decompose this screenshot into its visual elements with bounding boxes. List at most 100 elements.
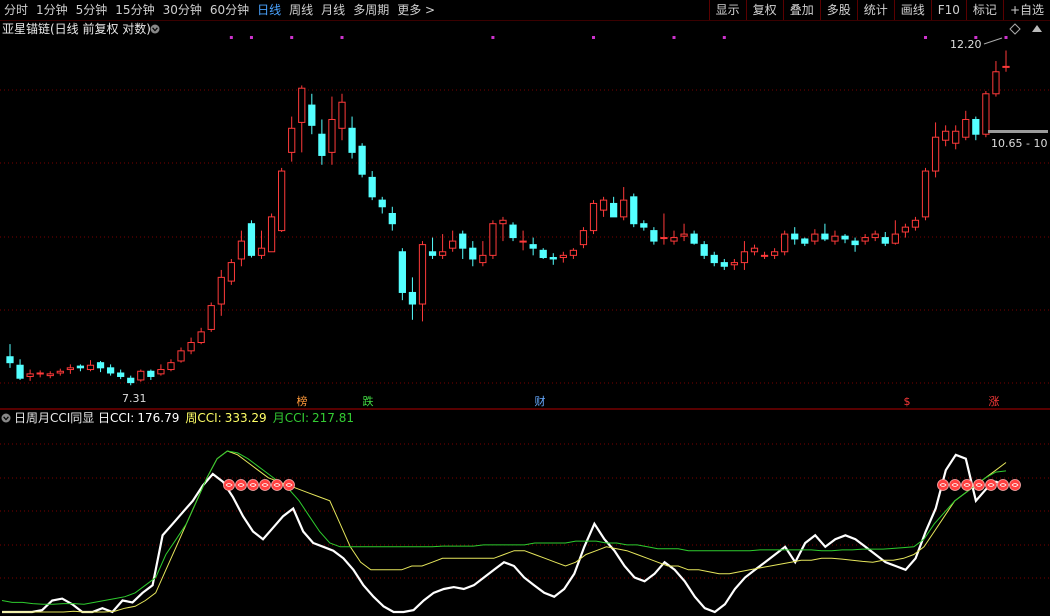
candle-body-19 [197,331,205,344]
signal-dot-6 [672,36,676,39]
candle-body-43 [438,251,447,256]
candle-body-39 [398,251,406,293]
cci-signal-marker-11 [997,479,1009,491]
signal-dot-0 [229,36,233,39]
candle-body-71 [720,262,728,267]
diamond-icon[interactable] [1009,23,1021,35]
candle-body-90 [911,219,920,228]
event-marker-3[interactable]: $ [904,395,911,408]
candle-body-86 [871,233,879,239]
candle-body-97 [982,93,990,135]
candle-body-17 [177,350,185,362]
cci-signal-marker-8 [961,479,973,491]
candle-body-67 [680,233,688,237]
candle-body-93 [942,130,950,141]
candle-body-11 [117,372,125,377]
candle-body-53 [539,249,547,259]
event-markers: 榜 跌 财 $ 涨 [223,394,1021,491]
candle-body-57 [579,230,588,246]
signal-dot-1 [249,36,253,39]
candle-body-59 [599,199,608,211]
legend-day-value: 176.79 [137,411,179,425]
candle-body-49 [499,219,507,225]
candle-body-21 [217,276,225,305]
candle-body-79 [801,238,809,244]
signal-dot-7 [722,36,726,39]
candle-body-8 [86,364,95,371]
legend-week-value: 333.29 [225,411,267,425]
candle-body-64 [650,230,658,242]
event-marker-4[interactable]: 涨 [989,395,1000,408]
candle-body-2 [26,373,34,377]
candle-body-85 [861,237,869,242]
signal-dot-8 [924,36,928,39]
candle-body-60 [610,202,618,218]
cci-signal-marker-7 [949,479,961,491]
signal-dots [229,36,1008,39]
grid-lines [0,89,1050,579]
signal-dot-3 [340,36,344,39]
legend-month-value: 217.81 [312,411,354,425]
candle-body-4 [46,373,54,377]
candle-body-27 [278,170,286,232]
event-marker-2[interactable]: 财 [535,394,546,408]
candlestick-series [6,50,1010,386]
candle-body-83 [841,235,849,240]
candle-body-61 [620,199,628,218]
candle-body-47 [479,254,487,264]
candle-body-55 [559,254,567,259]
candle-body-38 [388,212,396,225]
indicator-settings-icon[interactable] [1,413,11,423]
cci-signal-marker-3 [259,479,271,491]
signal-dot-4 [491,36,495,39]
low-price-label: 7.31 [122,392,147,405]
signal-dot-2 [290,36,294,39]
legend-week-label: 周CCI: [185,411,221,425]
candle-body-34 [348,127,356,153]
signal-dot-5 [592,36,596,39]
chart-canvas: 榜 跌 财 $ 涨 亚星锚链(日线 前复权 对数) 12.20 7.31 10.65 -… [0,21,1050,614]
candle-body-0 [6,356,14,364]
high-price-label: 12.20 [950,38,982,51]
legend-day-label: 日CCI: [98,411,134,425]
cci-signal-marker-12 [1009,479,1021,491]
candle-body-54 [549,257,557,260]
candle-body-96 [972,118,980,135]
candle-body-3 [36,372,44,375]
legend-month-label: 月CCI: [273,411,309,425]
candle-body-12 [127,377,135,384]
event-marker-1[interactable]: 跌 [363,394,374,408]
candle-body-6 [66,367,74,371]
candle-body-91 [921,170,930,218]
candle-body-58 [589,202,598,232]
cci-signal-marker-10 [985,479,997,491]
candle-body-41 [418,244,427,305]
indicator-name: 日周月CCI同显 [14,411,94,425]
candle-body-70 [710,254,718,264]
cci-signal-marker-9 [973,479,985,491]
candle-body-69 [700,244,708,256]
signal-dot-10 [1004,36,1008,39]
candle-body-88 [891,233,899,244]
cci-signal-marker-0 [223,479,235,491]
event-marker-0[interactable]: 榜 [297,394,308,408]
collapse-up-icon[interactable] [1032,25,1042,32]
cci-signal-marker-1 [235,479,247,491]
candle-body-15 [157,369,165,375]
candle-body-13 [137,370,145,381]
candle-body-24 [247,223,256,256]
candle-body-16 [167,362,175,371]
candle-body-35 [358,145,366,175]
candle-body-72 [730,262,738,266]
cci-signal-marker-2 [247,479,259,491]
indicator-legend: 日CCI: 176.79 周CCI: 333.29 月CCI: 217.81 [98,411,354,425]
candle-body-52 [529,244,537,249]
candle-body-26 [267,216,276,253]
candle-body-22 [227,262,235,282]
cci-signal-marker-6 [937,479,949,491]
candle-body-20 [207,305,215,330]
week-cci-line [2,450,1007,613]
title-settings-icon[interactable] [150,24,160,34]
candle-body-25 [257,247,266,256]
candle-body-50 [509,224,517,239]
